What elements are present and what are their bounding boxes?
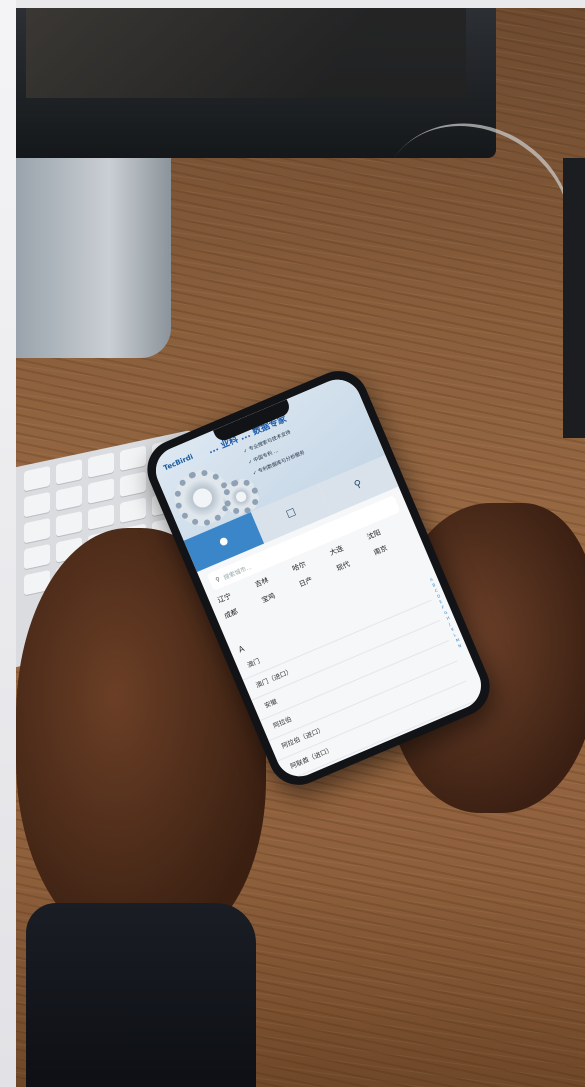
app-logo: TecBirdi [162,452,195,473]
document-icon: □ [284,506,298,521]
user-icon: ● [217,534,230,549]
photo-scene: TecBirdi ... 业科 ... 数据专家 ✓ 专业搜索与技术支持 ✓ 中… [0,0,585,1087]
search-icon: ⚲ [352,478,364,492]
laptop-edge [563,158,585,438]
sleeve [26,903,256,1087]
alpha-letter[interactable]: N [457,643,463,650]
search-icon: ⚲ [214,575,222,584]
monitor-stand [16,158,171,358]
desk-photo: TecBirdi ... 业科 ... 数据专家 ✓ 专业搜索与技术支持 ✓ 中… [16,8,585,1087]
page-margin [0,0,16,1087]
monitor-screen [26,8,466,98]
section-letter: A [237,644,246,655]
search-placeholder: 搜索城市... [222,563,253,582]
